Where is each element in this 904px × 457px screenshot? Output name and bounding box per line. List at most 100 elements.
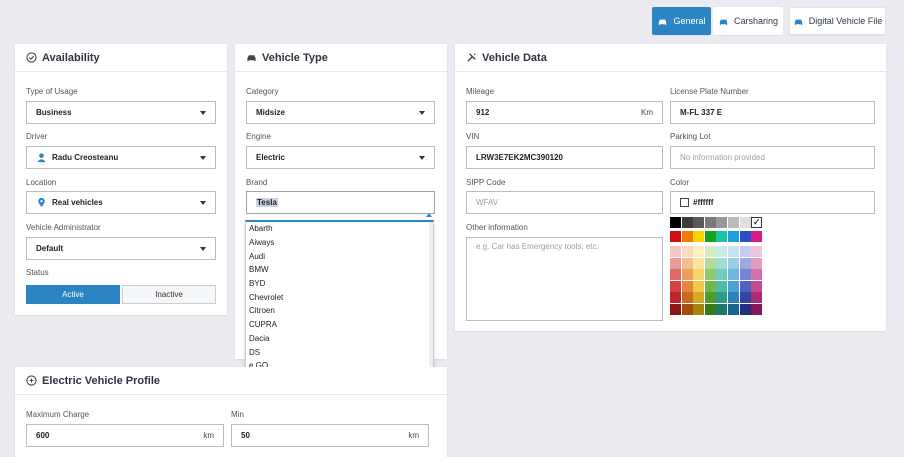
color-swatch[interactable] (728, 246, 739, 257)
color-swatch[interactable] (670, 292, 681, 304)
color-swatch[interactable] (670, 231, 681, 242)
color-swatch[interactable] (704, 257, 716, 269)
color-swatch[interactable] (681, 292, 693, 304)
color-swatch[interactable] (681, 246, 693, 257)
color-swatch[interactable] (716, 304, 728, 315)
carsharing-tab-button[interactable]: Carsharing (713, 7, 783, 35)
digital-vehicle-file-button[interactable]: Digital Vehicle File (789, 7, 886, 35)
color-swatch[interactable] (693, 269, 705, 281)
ev-profile-title: Electric Vehicle Profile (42, 374, 161, 387)
color-swatch[interactable] (670, 257, 681, 269)
color-swatch[interactable] (681, 231, 693, 242)
general-tab-button[interactable]: General (652, 7, 711, 35)
admin-value: Default (36, 244, 64, 253)
brand-option[interactable]: BMW (246, 263, 433, 277)
color-swatch[interactable] (693, 292, 705, 304)
status-active-button[interactable]: Active (26, 285, 120, 304)
color-swatch[interactable] (739, 231, 751, 242)
status-inactive-button[interactable]: Inactive (122, 285, 216, 304)
color-swatch[interactable] (728, 257, 739, 269)
min-charge-value: 50 (241, 431, 250, 440)
color-swatch[interactable] (728, 292, 739, 304)
color-swatch[interactable] (670, 304, 681, 315)
color-swatch[interactable] (670, 217, 681, 228)
color-swatch[interactable] (739, 280, 751, 292)
location-select[interactable]: Real vehicles (26, 191, 216, 214)
color-swatch[interactable] (693, 304, 705, 315)
color-swatch[interactable] (670, 280, 681, 292)
vin-input[interactable]: LRW3E7EK2MC390120 (466, 146, 663, 169)
color-swatch[interactable] (704, 231, 716, 242)
min-charge-input[interactable]: 50 km (231, 424, 429, 447)
color-swatch[interactable] (716, 231, 728, 242)
color-swatch[interactable] (693, 257, 705, 269)
brand-option[interactable]: Abarth (246, 222, 433, 236)
color-swatch[interactable] (681, 269, 693, 281)
brand-option[interactable]: Citroen (246, 304, 433, 318)
mileage-value: 912 (476, 108, 490, 117)
driver-select[interactable]: Radu Creosteanu (26, 146, 216, 169)
color-swatch[interactable] (681, 217, 693, 228)
brand-option[interactable]: Audi (246, 249, 433, 263)
color-swatch[interactable] (693, 217, 705, 228)
color-swatch[interactable] (704, 292, 716, 304)
other-info-label: Other information (466, 223, 528, 232)
brand-option[interactable]: Dacia (246, 332, 433, 346)
color-swatch[interactable] (670, 269, 681, 281)
brand-option[interactable]: Aiways (246, 236, 433, 250)
color-swatch[interactable] (728, 231, 739, 242)
engine-select[interactable]: Electric (246, 146, 435, 169)
color-swatch[interactable] (681, 257, 693, 269)
color-swatch[interactable] (751, 269, 763, 281)
color-swatch[interactable] (670, 246, 681, 257)
brand-input[interactable]: Tesla (246, 191, 435, 217)
color-swatch[interactable] (739, 304, 751, 315)
parking-input[interactable]: No information provided (670, 146, 875, 169)
color-swatch[interactable] (716, 217, 728, 228)
color-swatch[interactable] (751, 292, 763, 304)
color-swatch[interactable] (704, 246, 716, 257)
color-swatch[interactable] (728, 217, 739, 228)
color-swatch[interactable] (681, 280, 693, 292)
color-swatch[interactable] (693, 231, 705, 242)
selected-color-swatch[interactable]: ✓ (751, 217, 763, 228)
color-swatch[interactable] (728, 269, 739, 281)
color-swatch[interactable] (716, 246, 728, 257)
color-swatch[interactable] (739, 292, 751, 304)
color-swatch[interactable] (739, 217, 751, 228)
color-swatch[interactable] (716, 257, 728, 269)
color-swatch[interactable] (728, 280, 739, 292)
mileage-input[interactable]: 912 Km (466, 101, 663, 124)
color-swatch[interactable] (704, 304, 716, 315)
admin-select[interactable]: Default (26, 237, 216, 260)
color-swatch[interactable] (739, 257, 751, 269)
sipp-input[interactable]: WFAV (466, 191, 663, 214)
color-swatch[interactable] (751, 246, 763, 257)
max-charge-input[interactable]: 600 km (26, 424, 224, 447)
color-swatch[interactable] (751, 304, 763, 315)
color-swatch[interactable] (739, 246, 751, 257)
usage-select[interactable]: Business (26, 101, 216, 124)
color-swatch[interactable] (704, 269, 716, 281)
other-info-textarea[interactable]: e.g. Car has Emergency tools, etc. (466, 237, 663, 321)
color-swatch[interactable] (716, 280, 728, 292)
color-swatch[interactable] (716, 269, 728, 281)
color-input[interactable]: #ffffff (670, 191, 875, 214)
brand-option[interactable]: BYD (246, 277, 433, 291)
plate-input[interactable]: M-FL 337 E (670, 101, 875, 124)
brand-option[interactable]: DS (246, 345, 433, 359)
brand-option[interactable]: Chevrolet (246, 290, 433, 304)
color-swatch[interactable] (751, 257, 763, 269)
color-swatch[interactable] (693, 246, 705, 257)
color-swatch[interactable] (681, 304, 693, 315)
color-swatch[interactable] (704, 217, 716, 228)
color-swatch[interactable] (693, 280, 705, 292)
category-select[interactable]: Midsize (246, 101, 435, 124)
color-swatch[interactable] (704, 280, 716, 292)
color-swatch[interactable] (751, 231, 763, 242)
color-swatch[interactable] (739, 269, 751, 281)
color-swatch[interactable] (751, 280, 763, 292)
brand-option[interactable]: CUPRA (246, 318, 433, 332)
color-swatch[interactable] (716, 292, 728, 304)
color-swatch[interactable] (728, 304, 739, 315)
